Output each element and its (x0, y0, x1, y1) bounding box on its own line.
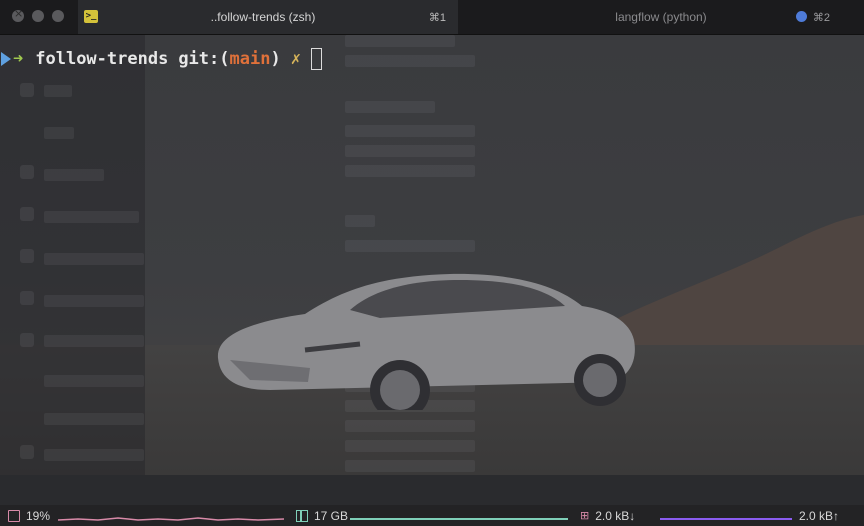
ghost-icon (20, 291, 34, 305)
git-suffix: ) (270, 49, 281, 69)
ghost-row (345, 145, 475, 157)
git-status: git:(main) (178, 49, 280, 69)
tab-title: ..follow-trends (zsh) (210, 10, 316, 24)
ghost-row (345, 101, 435, 113)
ghost-icon (20, 445, 34, 459)
ghost-row (44, 335, 144, 347)
cpu-sparkline (58, 517, 284, 521)
network-up-value: 2.0 kB↑ (799, 508, 840, 523)
tab-follow-trends[interactable]: >_ ..follow-trends (zsh) ⌘1 (78, 0, 458, 34)
current-directory: follow-trends (35, 49, 169, 69)
translucent-background (0, 35, 864, 475)
ghost-row (345, 165, 475, 177)
ghost-icon (20, 165, 34, 179)
ghost-row (345, 125, 475, 137)
tab-langflow[interactable]: langflow (python) ⌘2 (458, 0, 864, 34)
cpu-value: 19% (26, 508, 51, 523)
git-prefix: git:( (178, 49, 230, 69)
ghost-row (44, 169, 104, 181)
memory-status: 17 GB (296, 505, 348, 526)
memory-icon (296, 509, 308, 522)
ghost-row (44, 413, 144, 425)
cpu-icon (8, 509, 20, 522)
ghost-icon (20, 333, 34, 347)
ghost-row (44, 295, 144, 307)
terminal-window: >_ ..follow-trends (zsh) ⌘1 langflow (py… (0, 0, 864, 526)
cpu-status: 19% (8, 505, 50, 526)
memory-bar (350, 518, 568, 520)
blue-dot-icon (796, 11, 807, 22)
text-cursor (310, 48, 322, 70)
ghost-row (44, 253, 144, 265)
prompt-arrow-icon: ➜ (13, 49, 24, 69)
background-hill (604, 215, 864, 345)
ghost-icon (20, 207, 34, 221)
shell-prompt[interactable]: ➜ follow-trends git:(main) ✗ (0, 47, 322, 71)
memory-value: 17 GB (314, 508, 349, 523)
ghost-row (44, 85, 72, 97)
prompt-mark-icon (1, 52, 11, 66)
ghost-row (345, 460, 475, 472)
ghost-row (345, 420, 475, 432)
ghost-row (345, 215, 375, 227)
zoom-window-button[interactable] (52, 10, 64, 22)
ghost-row (345, 55, 475, 67)
ghost-icon (20, 249, 34, 263)
network-sparkline (660, 518, 792, 520)
ghost-row (44, 127, 74, 139)
tab-shortcut: ⌘2 (812, 11, 830, 24)
status-bar: 19% 17 GB ⊞ 2.0 kB↓ 2.0 kB↑ (0, 505, 864, 526)
ghost-icon (20, 83, 34, 97)
background-car-image (217, 273, 635, 410)
ghost-row (44, 449, 144, 461)
network-down-value: 2.0 kB↓ (595, 508, 636, 523)
network-up-status: 2.0 kB↑ (799, 505, 839, 526)
ghost-row (44, 375, 144, 387)
dirty-marker: ✗ (290, 49, 301, 69)
git-branch: main (229, 49, 271, 69)
network-icon: ⊞ (580, 509, 590, 522)
tab-bar: >_ ..follow-trends (zsh) ⌘1 langflow (py… (0, 0, 864, 35)
close-window-button[interactable] (12, 7, 24, 22)
ghost-row (345, 35, 455, 47)
ghost-row (44, 211, 139, 223)
minimize-window-button[interactable] (32, 10, 44, 22)
tab-shortcut: ⌘1 (428, 11, 446, 24)
window-controls (12, 7, 64, 22)
network-down-status: ⊞ 2.0 kB↓ (580, 505, 635, 526)
ghost-row (345, 440, 475, 452)
